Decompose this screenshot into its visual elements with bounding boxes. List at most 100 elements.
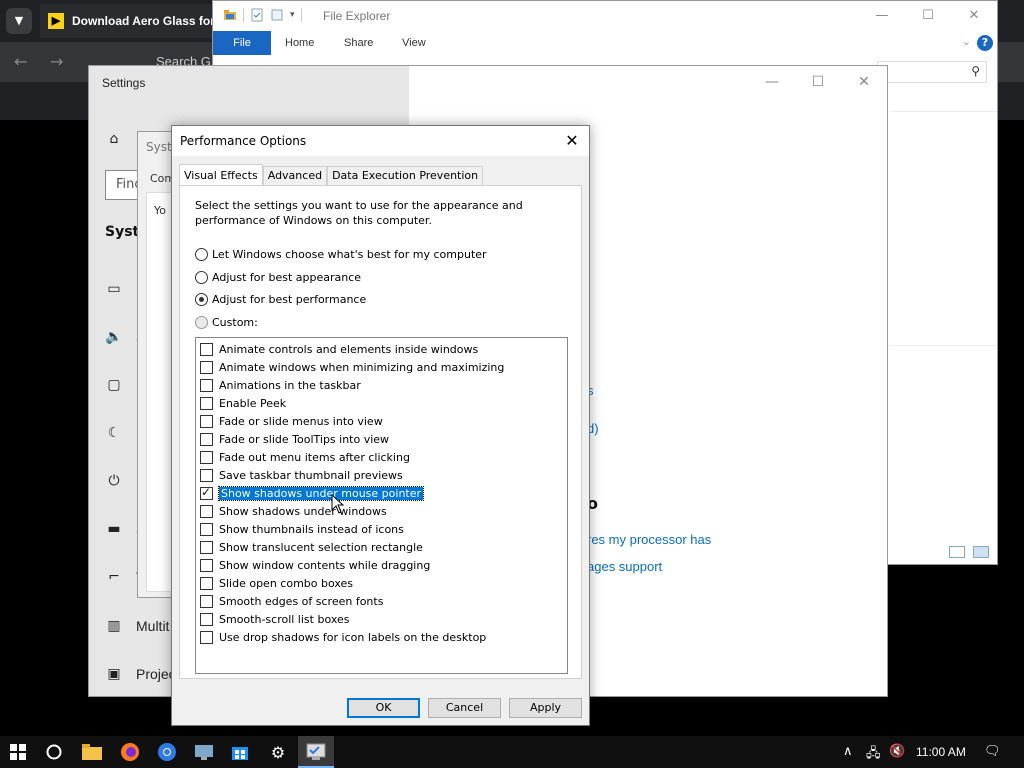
effect-checkbox[interactable] [200, 396, 213, 410]
notifications-icon[interactable]: 🗨 [984, 744, 1001, 759]
properties-icon[interactable] [250, 8, 264, 22]
effect-checkbox[interactable] [200, 540, 213, 554]
effect-checkbox[interactable] [200, 504, 213, 518]
settings-link-support[interactable]: ages support [587, 559, 662, 574]
close-icon[interactable]: ✕ [561, 130, 583, 152]
radio-custom[interactable]: Custom: [195, 314, 258, 330]
customize-toolbar-icon[interactable]: ▾ [290, 10, 295, 20]
apply-button[interactable]: Apply [509, 698, 582, 718]
effect-checkbox[interactable] [200, 468, 213, 482]
effect-checkbox[interactable] [200, 522, 213, 536]
ok-button[interactable]: OK [347, 698, 420, 718]
effect-item[interactable]: Smooth edges of screen fonts [200, 593, 383, 609]
tab-advanced[interactable]: Advanced [262, 166, 328, 186]
effect-item[interactable]: Animate windows when minimizing and maxi… [200, 359, 504, 375]
store-icon[interactable] [228, 740, 252, 764]
effect-item[interactable]: Slide open combo boxes [200, 575, 353, 591]
system-properties-icon[interactable] [304, 740, 328, 764]
firefox-icon[interactable] [118, 740, 142, 764]
sound-icon[interactable]: 🔈 [105, 328, 123, 346]
storage-icon[interactable]: ▬ [105, 520, 123, 538]
help-icon[interactable]: ? [977, 35, 993, 51]
effect-item[interactable]: Enable Peek [200, 395, 286, 411]
effect-checkbox[interactable] [200, 594, 213, 608]
minimize-button[interactable]: — [749, 66, 795, 98]
effect-item[interactable]: Use drop shadows for icon labels on the … [200, 629, 486, 645]
explorer-search-box[interactable]: ⚲ [877, 61, 987, 83]
effect-checkbox[interactable] [200, 630, 213, 644]
multitasking-icon[interactable]: ▥ [105, 617, 123, 635]
minimize-button[interactable]: — [859, 1, 905, 31]
large-icons-view-icon[interactable] [973, 546, 989, 558]
home-icon[interactable]: ⌂ [105, 130, 123, 148]
tab-data-execution-prevention[interactable]: Data Execution Prevention [327, 166, 484, 186]
start-icon[interactable] [6, 740, 30, 764]
projecting-icon[interactable]: ▣ [105, 665, 123, 683]
new-folder-icon[interactable] [270, 8, 284, 22]
maximize-button[interactable]: ☐ [795, 66, 841, 98]
effect-item[interactable]: Show translucent selection rectangle [200, 539, 423, 555]
cancel-button[interactable]: Cancel [428, 698, 501, 718]
remote-desktop-icon[interactable] [192, 740, 216, 764]
effect-item[interactable]: Fade out menu items after clicking [200, 449, 410, 465]
close-button[interactable]: ✕ [951, 1, 997, 31]
browser-tab[interactable]: ▶ Download Aero Glass for W [40, 4, 220, 38]
radio-button[interactable] [195, 247, 208, 261]
back-arrow-icon[interactable]: ← [14, 52, 27, 71]
notifications-icon[interactable]: ▢ [105, 376, 123, 394]
volume-muted-icon[interactable]: 🔇 [889, 744, 905, 759]
radio-button[interactable] [195, 315, 208, 329]
file-explorer-icon[interactable] [80, 740, 104, 764]
search-icon[interactable] [42, 740, 66, 764]
radio-button[interactable] [195, 270, 208, 284]
forward-arrow-icon[interactable]: → [50, 52, 63, 71]
visual-effects-list[interactable]: Animate controls and elements inside win… [195, 337, 568, 674]
effect-item[interactable]: Show shadows under windows [200, 503, 387, 519]
effect-item[interactable]: Animations in the taskbar [200, 377, 361, 393]
effect-checkbox[interactable] [200, 558, 213, 572]
nav-item-multitasking[interactable]: Multit [136, 618, 169, 634]
effect-item[interactable]: Show shadows under mouse pointer [200, 485, 425, 501]
maximize-button[interactable]: ☐ [905, 1, 951, 31]
expand-ribbon-icon[interactable]: ⌄ [962, 35, 971, 48]
details-view-icon[interactable] [949, 546, 965, 558]
effect-checkbox[interactable] [200, 432, 213, 446]
nav-item-projecting[interactable]: Projec [136, 666, 176, 682]
chrome-icon[interactable] [155, 740, 179, 764]
ribbon-tab-home[interactable]: Home [285, 31, 314, 55]
ribbon-tab-view[interactable]: View [402, 31, 426, 55]
effect-checkbox[interactable] [200, 378, 213, 392]
radio-let-windows-choose[interactable]: Let Windows choose what's best for my co… [195, 246, 487, 262]
effect-item[interactable]: Fade or slide ToolTips into view [200, 431, 389, 447]
effect-item[interactable]: Animate controls and elements inside win… [200, 341, 478, 357]
effect-item[interactable]: Show window contents while dragging [200, 557, 430, 573]
radio-button[interactable] [195, 292, 208, 306]
chevron-down-icon[interactable]: ▼ [6, 8, 32, 34]
settings-icon[interactable]: ⚙ [266, 740, 290, 764]
display-icon[interactable]: ▭ [105, 280, 123, 298]
power-icon[interactable]: ⏻ [105, 472, 123, 490]
effect-checkbox[interactable] [200, 360, 213, 374]
effect-checkbox[interactable] [200, 342, 213, 356]
close-button[interactable]: ✕ [841, 66, 887, 98]
effect-item[interactable]: Show thumbnails instead of icons [200, 521, 404, 537]
radio-best-performance[interactable]: Adjust for best performance [195, 291, 366, 307]
ribbon-tab-share[interactable]: Share [344, 31, 373, 55]
show-hidden-icons-icon[interactable]: ∧ [843, 744, 853, 759]
effect-item[interactable]: Save taskbar thumbnail previews [200, 467, 403, 483]
settings-link-processor[interactable]: res my processor has [587, 532, 711, 547]
effect-checkbox[interactable] [200, 576, 213, 590]
tablet-icon[interactable]: ⌐ [105, 568, 123, 586]
effect-item[interactable]: Smooth-scroll list boxes [200, 611, 350, 627]
network-icon[interactable]: 🖧 [866, 744, 881, 766]
effect-checkbox[interactable] [200, 450, 213, 464]
effect-item[interactable]: Fade or slide menus into view [200, 413, 383, 429]
radio-best-appearance[interactable]: Adjust for best appearance [195, 269, 361, 285]
tab-visual-effects[interactable]: Visual Effects [179, 164, 263, 186]
effect-checkbox[interactable] [200, 612, 213, 626]
ribbon-tab-file[interactable]: File [213, 31, 271, 55]
focus-assist-icon[interactable]: ☾ [105, 424, 123, 442]
effect-checkbox[interactable] [200, 414, 213, 428]
clock[interactable]: 11:00 AM [916, 736, 966, 768]
effect-checkbox[interactable] [200, 485, 213, 500]
